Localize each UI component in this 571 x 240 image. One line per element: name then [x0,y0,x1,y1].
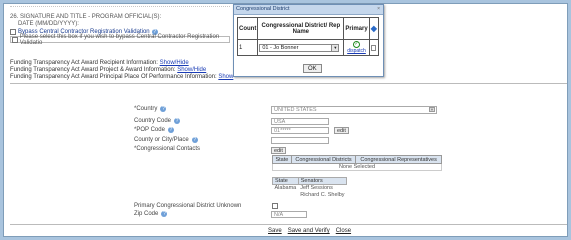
primary-cell: ✓ dispatch [343,39,370,56]
column-header: Congressional Representatives [355,155,442,164]
primary-unknown-label: Primary Congressional District Unknown [134,203,242,209]
column-header: Primary [343,17,370,40]
country-value: UNITED STATES [274,107,317,113]
senators-cell: Jeff Sessions Richard C. Shelby [298,185,346,200]
county-label-row: County or City/Place? [134,137,198,143]
state-cell: Alabama [274,185,297,191]
pop-code-field[interactable]: 01***** [271,127,329,134]
table-row: Alabama Jeff Sessions Richard C. Shelby [273,185,347,200]
column-header: Congressional Districts [290,155,357,164]
column-header: State [272,155,292,164]
section-title: 26. SIGNATURE AND TITLE - PROGRAM OFFICI… [10,14,162,20]
district-select[interactable]: 01 - Jo Bonner ▼ [259,43,340,52]
country-label-row: *Country? [134,106,167,112]
table-header-row: State Congressional Districts Congressio… [272,155,442,164]
county-field[interactable] [271,137,329,144]
date-label: DATE (MM/DD/YYYY): [18,21,79,27]
ffata-row: Funding Transparency Act Award Recipient… [10,60,233,67]
county-label: County or City/Place [134,137,189,143]
ffata-row: Funding Transparency Act Award Principal… [10,74,233,81]
help-icon[interactable]: ? [167,127,174,133]
check-icon[interactable]: ✓ [353,41,360,48]
senator-name: Richard C. Shelby [300,192,345,198]
zip-field[interactable]: N/A [271,211,307,218]
close-button[interactable]: Close [336,228,351,234]
add-cell: ◆ [368,17,379,40]
primary-link[interactable]: dispatch [347,48,366,54]
ffata-label: Funding Transparency Act Award Principal… [10,74,217,80]
divider [10,6,230,10]
congressional-contacts-row: *Congressional Contacts [134,146,200,152]
close-icon[interactable]: × [377,5,380,14]
ok-button[interactable]: OK [303,64,322,73]
table-row: None Selected [272,163,442,171]
trash-icon[interactable] [371,44,377,51]
popup-title: Congressional District [236,6,290,12]
column-header: Congressional District/ Rep Name [257,17,345,40]
district-value: 01 - Jo Bonner [262,44,299,51]
country-code-label-row: Country Code? [134,118,181,124]
bypass-checkbox[interactable] [12,36,18,43]
senator-name: Jeff Sessions [300,185,333,191]
ffata-label: Funding Transparency Act Award Project &… [10,67,176,73]
column-header: Senators [297,177,348,185]
divider [10,224,567,225]
save-button[interactable]: Save [268,228,282,234]
country-label: *Country [134,106,158,112]
help-icon[interactable]: ? [160,106,167,112]
pop-code-label-row: *POP Code? [134,127,174,133]
help-icon[interactable]: ? [174,118,181,124]
popup-title-bar: Congressional District × [234,5,383,15]
help-icon[interactable]: ? [191,137,198,143]
column-header: State [272,177,299,185]
bypass-radio[interactable] [10,29,16,35]
show-hide-link[interactable]: Show/Hide [177,67,206,73]
congressional-districts-table: State Congressional Districts Congressio… [272,155,442,171]
section-header: 26. SIGNATURE AND TITLE - PROGRAM OFFICI… [10,14,161,28]
empty-cell: None Selected [272,163,442,171]
divider [10,83,567,84]
senators-table: State Senators Alabama Jeff Sessions Ric… [272,177,348,200]
pop-edit-button[interactable]: edit [334,127,349,134]
table-header-row: State Senators [272,177,348,185]
table-header-row: Count Congressional District/ Rep Name P… [236,17,379,40]
country-select[interactable]: UNITED STATES ▼ [271,106,437,114]
ffata-row: Funding Transparency Act Award Project &… [10,67,233,74]
help-icon[interactable]: ? [161,211,168,217]
delete-cell [368,39,379,56]
zip-label-row: Zip Code? [134,211,168,217]
popup-table: Count Congressional District/ Rep Name P… [236,17,379,56]
congressional-contacts-label: *Congressional Contacts [134,146,201,152]
pop-code-label: *POP Code [134,127,165,133]
primary-unknown-checkbox[interactable] [272,203,278,209]
ffata-label: Funding Transparency Act Award Recipient… [10,60,158,66]
column-header: Count [236,17,259,40]
zip-label: Zip Code [134,211,159,217]
action-bar: Save Save and Verify Close [268,228,351,234]
country-code-label: Country Code [134,118,172,124]
table-row: 1 01 - Jo Bonner ▼ ✓ dispatch [236,39,379,56]
bypass-checkbox-row: Please select this box if you wish to by… [10,33,230,46]
chevron-down-icon[interactable]: ▼ [429,107,435,112]
country-code-field[interactable]: USA [271,118,329,125]
bypass-checkbox-label: Please select this box if you wish to by… [19,33,220,46]
show-hide-link[interactable]: Show [218,74,233,80]
count-cell: 1 [236,39,259,56]
district-cell: 01 - Jo Bonner ▼ [257,39,345,56]
contacts-edit-button[interactable]: edit [271,147,286,154]
add-icon[interactable]: ◆ [371,24,377,33]
primary-unknown-row: Primary Congressional District Unknown [134,203,241,209]
save-and-verify-button[interactable]: Save and Verify [288,228,330,234]
ffata-list: Funding Transparency Act Award Recipient… [10,60,233,81]
show-hide-link[interactable]: Show/Hide [160,60,189,66]
chevron-down-icon[interactable]: ▼ [331,44,339,51]
